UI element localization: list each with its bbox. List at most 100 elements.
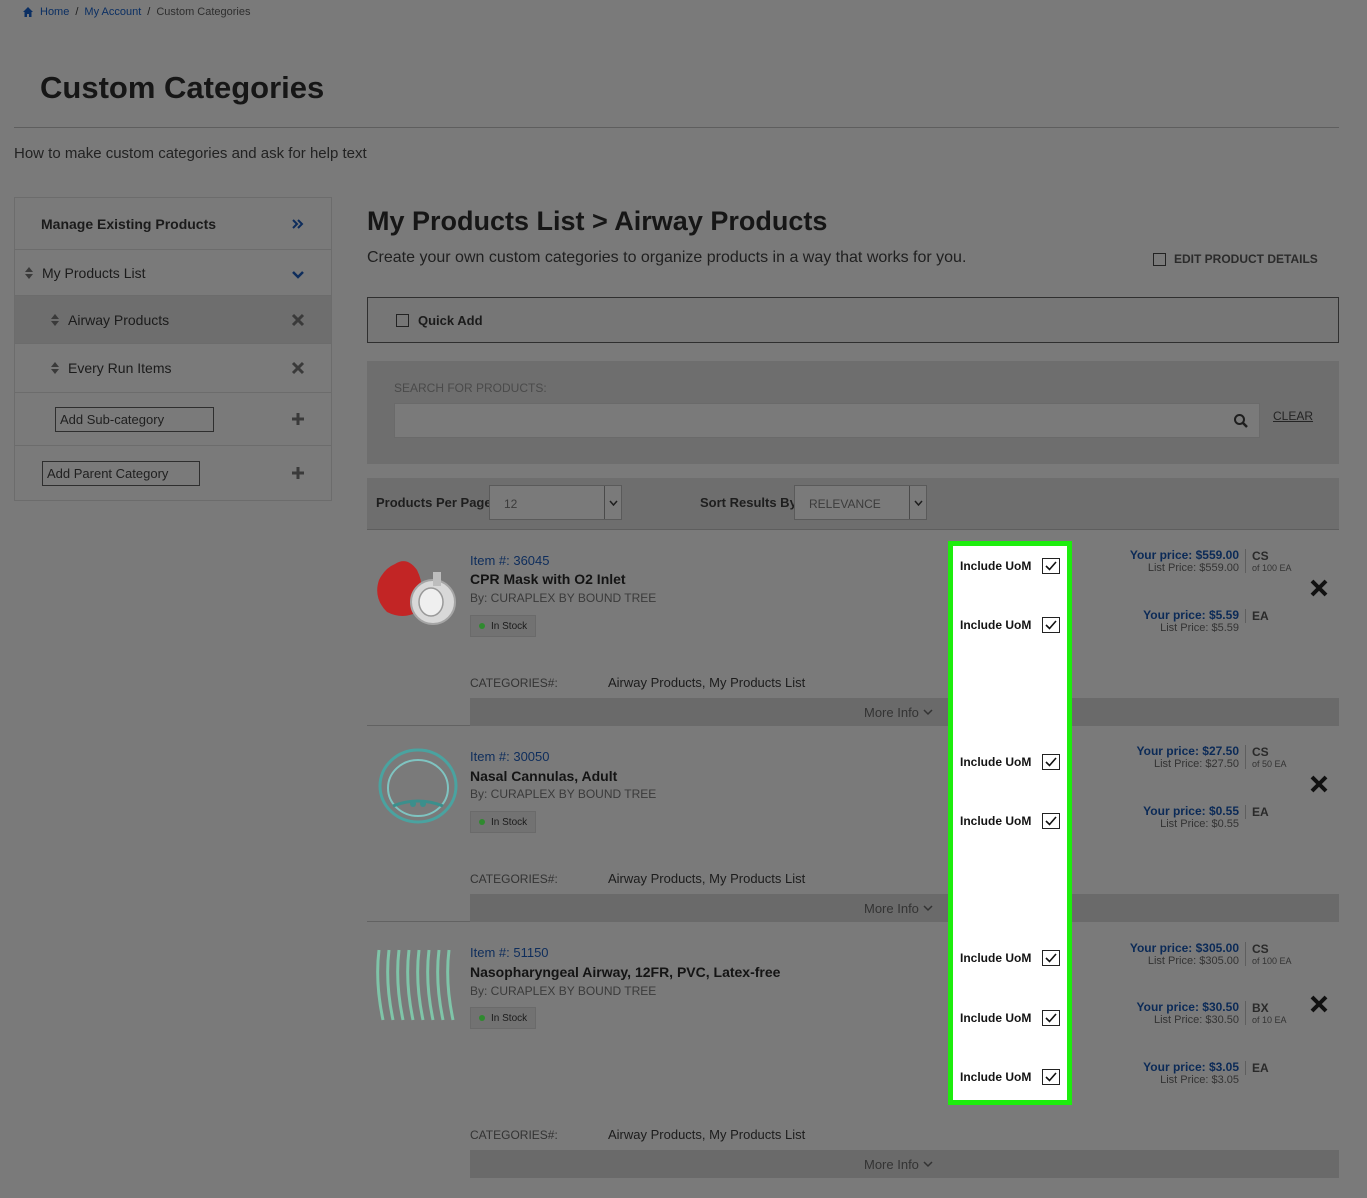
more-info-toggle[interactable]: More Info [470, 698, 1339, 726]
item-number-link[interactable]: Item #: 36045 [470, 553, 550, 568]
edit-details-label: EDIT PRODUCT DETAILS [1174, 252, 1318, 266]
breadcrumb-account-link[interactable]: My Account [84, 6, 141, 18]
remove-product-icon[interactable] [1309, 994, 1329, 1014]
item-number-link[interactable]: Item #: 30050 [470, 749, 550, 764]
uom-label: CS of 50 EA [1245, 745, 1305, 769]
include-uom-checkbox[interactable] [1042, 1069, 1060, 1085]
uom-label: CS of 100 EA [1245, 549, 1305, 573]
stock-label: In Stock [491, 620, 528, 632]
per-page-select[interactable]: 12 [489, 485, 622, 520]
search-icon[interactable] [1233, 413, 1249, 429]
page-title: Custom Categories [40, 70, 325, 105]
status-badge: In Stock [470, 615, 537, 637]
sidebar-item-airway-products[interactable]: Airway Products [15, 296, 331, 344]
include-uom-checkbox[interactable] [1042, 950, 1060, 966]
search-input[interactable] [394, 403, 1260, 438]
product-name-link[interactable]: CPR Mask with O2 Inlet [470, 571, 626, 587]
include-uom-option[interactable]: Include UoM [960, 1010, 1060, 1026]
in-stock-dot-icon [479, 819, 485, 825]
uom-label: CS of 100 EA [1245, 942, 1305, 966]
include-uom-option[interactable]: Include UoM [960, 558, 1060, 574]
product-image[interactable] [373, 746, 463, 826]
in-stock-dot-icon [479, 1015, 485, 1021]
product-name-link[interactable]: Nasopharyngeal Airway, 12FR, PVC, Latex-… [470, 964, 780, 980]
uom-code: EA [1252, 609, 1269, 623]
remove-product-icon[interactable] [1309, 578, 1329, 598]
status-badge: In Stock [470, 1007, 537, 1029]
include-uom-panel: Include UoM Include UoM Include UoM Incl… [948, 541, 1072, 1105]
help-text: How to make custom categories and ask fo… [14, 145, 367, 162]
include-uom-label: Include UoM [960, 618, 1032, 632]
more-info-toggle[interactable]: More Info [470, 894, 1339, 922]
include-uom-option[interactable]: Include UoM [960, 1069, 1060, 1085]
chevron-down-icon [923, 709, 933, 716]
your-price: Your price: $3.05 [1143, 1060, 1239, 1074]
stock-label: In Stock [491, 1012, 528, 1024]
include-uom-checkbox[interactable] [1042, 558, 1060, 574]
include-uom-option[interactable]: Include UoM [960, 813, 1060, 829]
price-row: Your price: $0.55 List Price: $0.55 [1079, 804, 1239, 830]
plus-icon[interactable] [291, 412, 305, 426]
breadcrumb-current: Custom Categories [156, 6, 251, 18]
stock-label: In Stock [491, 816, 528, 828]
include-uom-checkbox[interactable] [1042, 1010, 1060, 1026]
remove-product-icon[interactable] [1309, 774, 1329, 794]
chevron-down-icon[interactable] [291, 268, 305, 282]
product-image[interactable] [373, 942, 463, 1022]
price-row: Your price: $30.50 List Price: $30.50 [1079, 1000, 1240, 1026]
categories-label: CATEGORIES#: [470, 676, 558, 690]
product-brand: By: CURAPLEX BY BOUND TREE [470, 591, 657, 605]
add-sub-category-row [15, 393, 331, 446]
include-uom-option[interactable]: Include UoM [960, 950, 1060, 966]
include-uom-option[interactable]: Include UoM [960, 617, 1060, 633]
double-chevron-right-icon[interactable] [291, 217, 305, 231]
add-parent-category-row [15, 446, 331, 500]
sort-handle-icon[interactable] [24, 266, 34, 280]
uom-label: EA [1245, 1061, 1305, 1075]
uom-code: EA [1252, 805, 1269, 819]
list-price: List Price: $27.50 [1154, 758, 1239, 770]
product-image[interactable] [373, 550, 463, 630]
sort-select[interactable]: RELEVANCE [794, 485, 927, 520]
uom-code: CS [1252, 942, 1269, 956]
breadcrumb-home-link[interactable]: Home [40, 6, 69, 18]
chevron-down-icon [923, 905, 933, 912]
list-title: My Products List > Airway Products [367, 206, 828, 236]
manage-existing-products[interactable]: Manage Existing Products [15, 198, 331, 250]
sort-handle-icon[interactable] [50, 313, 60, 327]
include-uom-checkbox[interactable] [1042, 754, 1060, 770]
include-uom-option[interactable]: Include UoM [960, 754, 1060, 770]
sidebar-item-every-run-items[interactable]: Every Run Items [15, 344, 331, 393]
price-row: Your price: $3.05 List Price: $3.05 [1079, 1060, 1239, 1086]
add-sub-category-input[interactable] [55, 407, 214, 432]
remove-icon[interactable] [291, 361, 305, 375]
category-sidebar: Manage Existing Products My Products Lis… [14, 197, 332, 501]
edit-details-checkbox[interactable] [1153, 252, 1166, 266]
your-price: Your price: $5.59 [1143, 608, 1239, 622]
edit-product-details-toggle[interactable]: EDIT PRODUCT DETAILS [1153, 252, 1318, 266]
quick-add-checkbox[interactable] [396, 314, 409, 327]
product-card: Item #: 36045 CPR Mask with O2 Inlet By:… [367, 530, 1339, 726]
list-price: List Price: $305.00 [1147, 955, 1239, 967]
uom-code: CS [1252, 549, 1269, 563]
clear-search-link[interactable]: CLEAR [1273, 409, 1313, 423]
include-uom-label: Include UoM [960, 1011, 1032, 1025]
sidebar-item-label: My Products List [42, 264, 146, 281]
categories-value: Airway Products, My Products List [608, 871, 806, 886]
more-info-toggle[interactable]: More Info [470, 1150, 1339, 1178]
include-uom-checkbox[interactable] [1042, 813, 1060, 829]
item-number-link[interactable]: Item #: 51150 [470, 945, 549, 960]
remove-icon[interactable] [291, 313, 305, 327]
sort-value: RELEVANCE [809, 497, 881, 511]
title-divider [14, 127, 1339, 128]
include-uom-checkbox[interactable] [1042, 617, 1060, 633]
plus-icon[interactable] [291, 466, 305, 480]
sort-label: Sort Results By: [700, 495, 802, 510]
product-name-link[interactable]: Nasal Cannulas, Adult [470, 768, 617, 784]
sort-handle-icon[interactable] [50, 361, 60, 375]
sidebar-item-my-products-list[interactable]: My Products List [15, 250, 331, 296]
add-parent-category-input[interactable] [42, 461, 200, 486]
list-subtitle: Create your own custom categories to org… [367, 249, 967, 266]
price-row: Your price: $305.00 List Price: $305.00 [1079, 941, 1239, 967]
uom-pack-size: of 100 EA [1252, 563, 1292, 573]
